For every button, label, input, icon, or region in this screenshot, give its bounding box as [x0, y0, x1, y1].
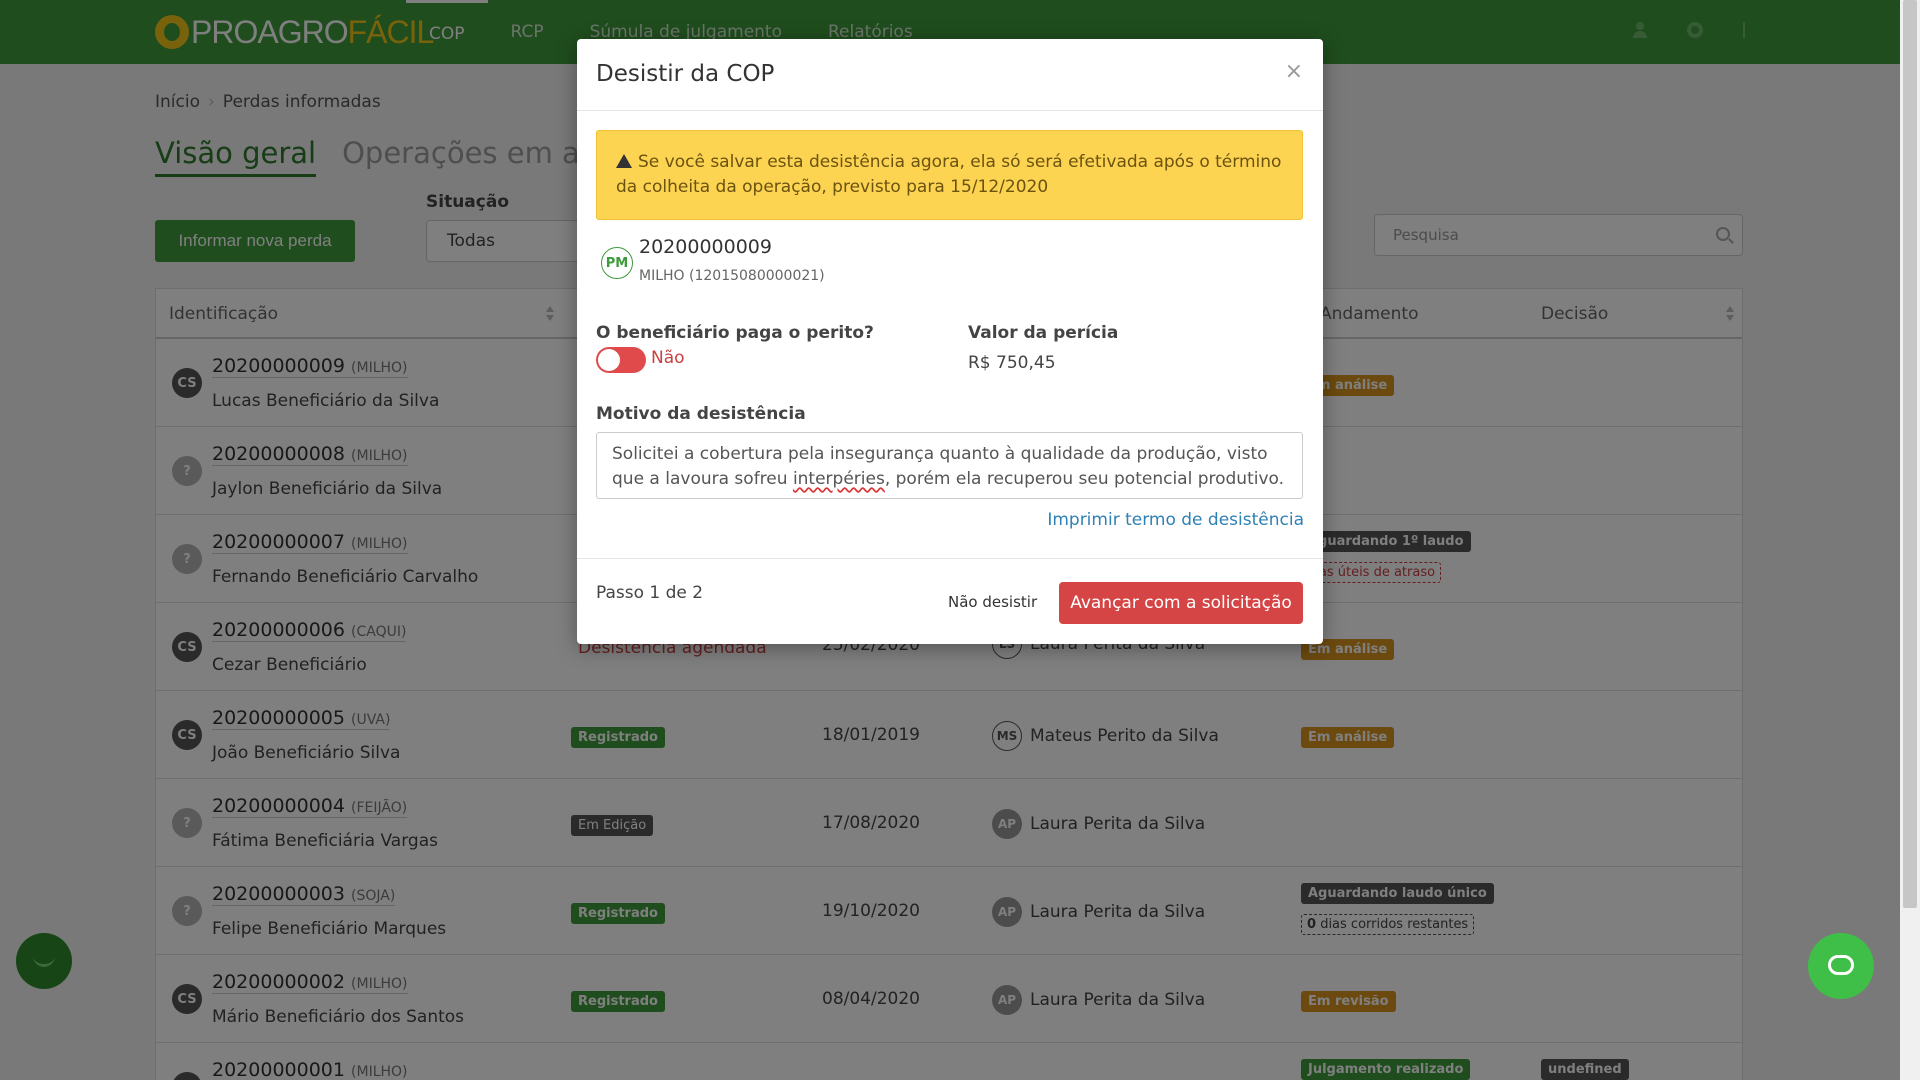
cancel-button[interactable]: Não desistir [948, 593, 1037, 611]
expert-fee-label: Valor da perícia [968, 323, 1119, 343]
step-indicator: Passo 1 de 2 [596, 583, 704, 603]
pays-expert-label: O beneficiário paga o perito? [596, 323, 874, 343]
close-icon[interactable]: × [1285, 59, 1303, 84]
print-term-link[interactable]: Imprimir termo de desistência [1047, 510, 1304, 530]
pays-expert-toggle[interactable] [596, 347, 646, 373]
reason-text-end: , porém ela recuperou seu potencial prod… [884, 469, 1285, 489]
warning-alert: Se você salvar esta desistência agora, e… [596, 130, 1303, 220]
reason-label: Motivo da desistência [596, 404, 806, 424]
advance-button[interactable]: Avançar com a solicitação [1059, 582, 1303, 624]
misspelled-word: interpéries [792, 469, 885, 489]
warning-icon [616, 154, 632, 168]
operation-avatar: PM [601, 247, 633, 279]
reason-textarea[interactable]: Solicitei a cobertura pela insegurança q… [596, 432, 1303, 499]
divider [577, 558, 1323, 559]
alert-text: Se você salvar esta desistência agora, e… [616, 152, 1282, 197]
chat-bubble-icon [1828, 955, 1854, 975]
desistir-modal: Desistir da COP × Se você salvar esta de… [577, 39, 1323, 644]
toggle-state-label: Não [651, 348, 685, 368]
chat-button[interactable] [1808, 933, 1874, 999]
operation-id: 20200000009 [639, 236, 772, 258]
page-scrollbar[interactable] [1900, 0, 1920, 1080]
toggle-knob [598, 349, 620, 371]
expert-fee-value: R$ 750,45 [968, 353, 1056, 373]
modal-title: Desistir da COP [596, 61, 775, 87]
scrollbar-thumb[interactable] [1903, 0, 1917, 908]
divider [577, 110, 1323, 111]
operation-crop: MILHO (12015080000021) [639, 268, 825, 284]
